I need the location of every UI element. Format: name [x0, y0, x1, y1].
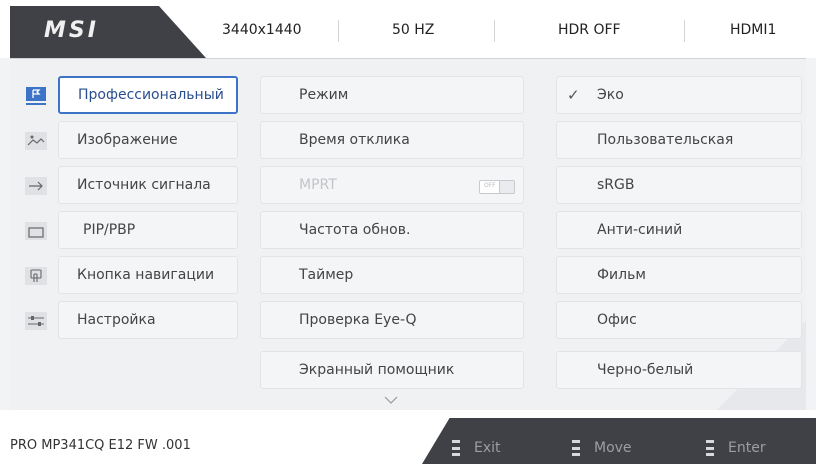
sidebar-item-input-source[interactable]: Источник сигнала — [58, 166, 238, 204]
header-divider — [494, 20, 495, 42]
model-firmware-label: PRO MP341CQ E12 FW .001 — [10, 438, 191, 453]
option-office[interactable]: Офис — [556, 301, 802, 339]
sidebar-item-professional[interactable]: Профессиональный — [58, 76, 238, 114]
check-icon: ✓ — [567, 86, 580, 104]
submenu-item-mprt: MPRT OFF — [260, 166, 524, 204]
enter-label: Enter — [728, 440, 766, 456]
button-icon — [572, 440, 580, 456]
submenu-item-response-time[interactable]: Время отклика — [260, 121, 524, 159]
option-user[interactable]: Пользовательская — [556, 121, 802, 159]
sidebar-item-setting[interactable]: Настройка — [58, 301, 238, 339]
submenu-item-screen-assistance[interactable]: Экранный помощник — [260, 351, 524, 389]
refresh-status: 50 HZ — [392, 22, 435, 38]
sidebar-item-label: Профессиональный — [78, 87, 224, 103]
mprt-toggle: OFF — [479, 180, 515, 194]
submenu-item-label: Режим — [299, 87, 349, 103]
option-label: Фильм — [597, 267, 646, 283]
input-status: HDMI1 — [730, 22, 777, 38]
chevron-down-icon[interactable] — [384, 393, 398, 407]
submenu-item-label: Таймер — [299, 267, 354, 283]
move-button[interactable]: Move — [572, 440, 632, 456]
submenu-item-label: Экранный помощник — [299, 362, 455, 378]
submenu-item-label: Частота обнов. — [299, 222, 411, 238]
option-black-white[interactable]: Черно-белый — [556, 351, 802, 389]
hdr-status: HDR OFF — [558, 22, 621, 38]
move-label: Move — [594, 440, 632, 456]
option-label: Анти-синий — [597, 222, 683, 238]
sidebar-item-label: Кнопка навигации — [77, 267, 215, 283]
submenu-item-eye-q-check[interactable]: Проверка Eye-Q — [260, 301, 524, 339]
option-movie[interactable]: Фильм — [556, 256, 802, 294]
submenu-item-timer[interactable]: Таймер — [260, 256, 524, 294]
button-icon — [706, 440, 714, 456]
osd-window: MSI 3440x1440 50 HZ HDR OFF HDMI1 Профес… — [0, 0, 816, 464]
exit-button[interactable]: Exit — [452, 440, 501, 456]
sliders-icon — [24, 311, 48, 331]
navigation-key-icon — [24, 266, 48, 286]
sidebar-item-label: Настройка — [77, 312, 156, 328]
submenu-item-label: Проверка Eye-Q — [299, 312, 417, 328]
resolution-status: 3440x1440 — [222, 22, 302, 38]
option-label: sRGB — [597, 177, 635, 193]
logo-tab — [10, 6, 206, 58]
option-label: Черно-белый — [597, 362, 694, 378]
header-divider — [684, 20, 685, 42]
header-divider — [338, 20, 339, 42]
submenu-item-label: Время отклика — [299, 132, 410, 148]
sidebar-item-image[interactable]: Изображение — [58, 121, 238, 159]
exit-label: Exit — [474, 440, 501, 456]
brand-logo: MSI — [44, 18, 99, 43]
sidebar-item-navi-key[interactable]: Кнопка навигации — [58, 256, 238, 294]
arrow-right-icon — [24, 176, 48, 196]
header: MSI 3440x1440 50 HZ HDR OFF HDMI1 — [0, 0, 816, 58]
sidebar-item-label: PIP/PBP — [83, 222, 136, 238]
sidebar-item-pip-pbp[interactable]: PIP/PBP — [58, 211, 238, 249]
option-eco[interactable]: ✓ Эко — [556, 76, 802, 114]
submenu-item-refresh-rate[interactable]: Частота обнов. — [260, 211, 524, 249]
sidebar-item-label: Изображение — [77, 132, 178, 148]
option-label: Пользовательская — [597, 132, 734, 148]
window-icon — [24, 221, 48, 241]
sidebar-item-label: Источник сигнала — [77, 177, 211, 193]
image-icon — [24, 131, 48, 151]
submenu-item-label: MPRT — [299, 177, 337, 193]
option-label: Эко — [597, 87, 624, 103]
option-anti-blue[interactable]: Анти-синий — [556, 211, 802, 249]
submenu-item-mode[interactable]: Режим — [260, 76, 524, 114]
option-label: Офис — [597, 312, 637, 328]
flag-icon — [24, 86, 48, 106]
button-icon — [452, 440, 460, 456]
option-srgb[interactable]: sRGB — [556, 166, 802, 204]
enter-button[interactable]: Enter — [706, 440, 766, 456]
